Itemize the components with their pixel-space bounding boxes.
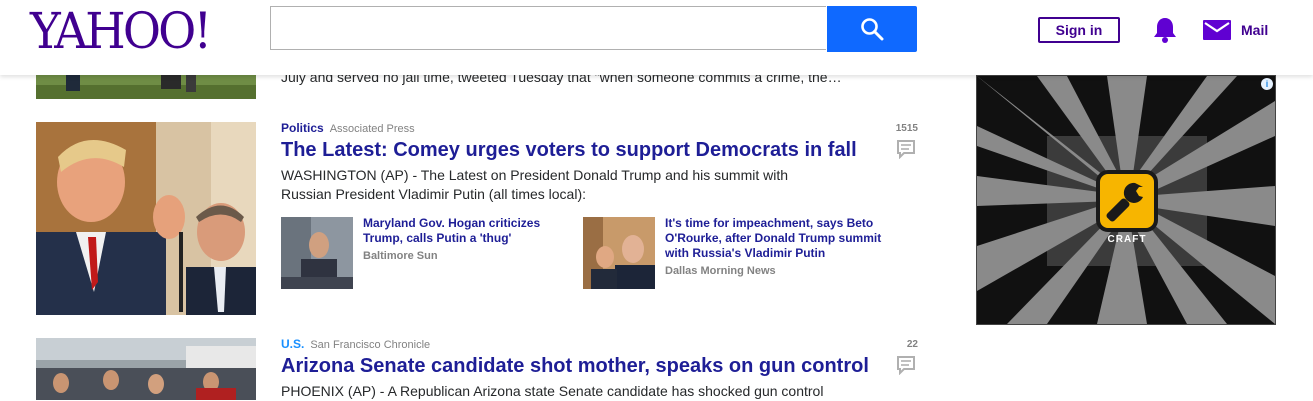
ad-brand-label: CRAFT	[1107, 234, 1147, 245]
advertisement[interactable]: i CRAFT	[976, 75, 1276, 325]
related-provider: Baltimore Sun	[363, 250, 438, 262]
article-headline[interactable]: Arizona Senate candidate shot mother, sp…	[281, 355, 869, 378]
article-summary: WASHINGTON (AP) - The Latest on Presiden…	[281, 167, 789, 202]
comment-icon[interactable]	[896, 139, 916, 159]
related-provider: Dallas Morning News	[665, 265, 776, 277]
related-headline[interactable]: It's time for impeachment, says Beto O'R…	[665, 216, 905, 261]
wrench-icon	[1096, 170, 1158, 232]
ad-logo[interactable]	[1095, 169, 1159, 233]
article-image[interactable]	[36, 338, 256, 400]
bell-icon[interactable]	[1152, 16, 1178, 44]
article-category[interactable]: Politics Associated Press	[281, 121, 415, 135]
sign-in-button[interactable]: Sign in	[1038, 17, 1120, 43]
related-image[interactable]	[583, 217, 655, 289]
comment-count[interactable]: 1515	[880, 123, 918, 134]
article-provider: San Francisco Chronicle	[310, 339, 431, 351]
related-headline[interactable]: Maryland Gov. Hogan criticizes Trump, ca…	[363, 216, 553, 246]
article-provider: Associated Press	[329, 123, 415, 135]
article-headline[interactable]: The Latest: Comey urges voters to suppor…	[281, 139, 857, 162]
related-image[interactable]	[281, 217, 353, 289]
mail-icon[interactable]	[1203, 20, 1231, 40]
header-bar: YAHOO! Sign in Mail	[0, 0, 1313, 75]
yahoo-logo[interactable]: YAHOO!	[30, 2, 212, 60]
category-label[interactable]: U.S.	[281, 337, 304, 351]
article-category[interactable]: U.S. San Francisco Chronicle	[281, 337, 430, 351]
ad-info-icon[interactable]: i	[1261, 78, 1273, 90]
search-input[interactable]	[270, 6, 826, 50]
article-summary: PHOENIX (AP) - A Republican Arizona stat…	[281, 383, 824, 399]
search-button[interactable]	[827, 6, 917, 52]
comment-count[interactable]: 22	[880, 339, 918, 350]
search-icon	[861, 18, 884, 41]
article-image[interactable]	[36, 122, 256, 315]
mail-link[interactable]: Mail	[1241, 22, 1268, 38]
comment-icon[interactable]	[896, 355, 916, 375]
category-label[interactable]: Politics	[281, 121, 324, 135]
